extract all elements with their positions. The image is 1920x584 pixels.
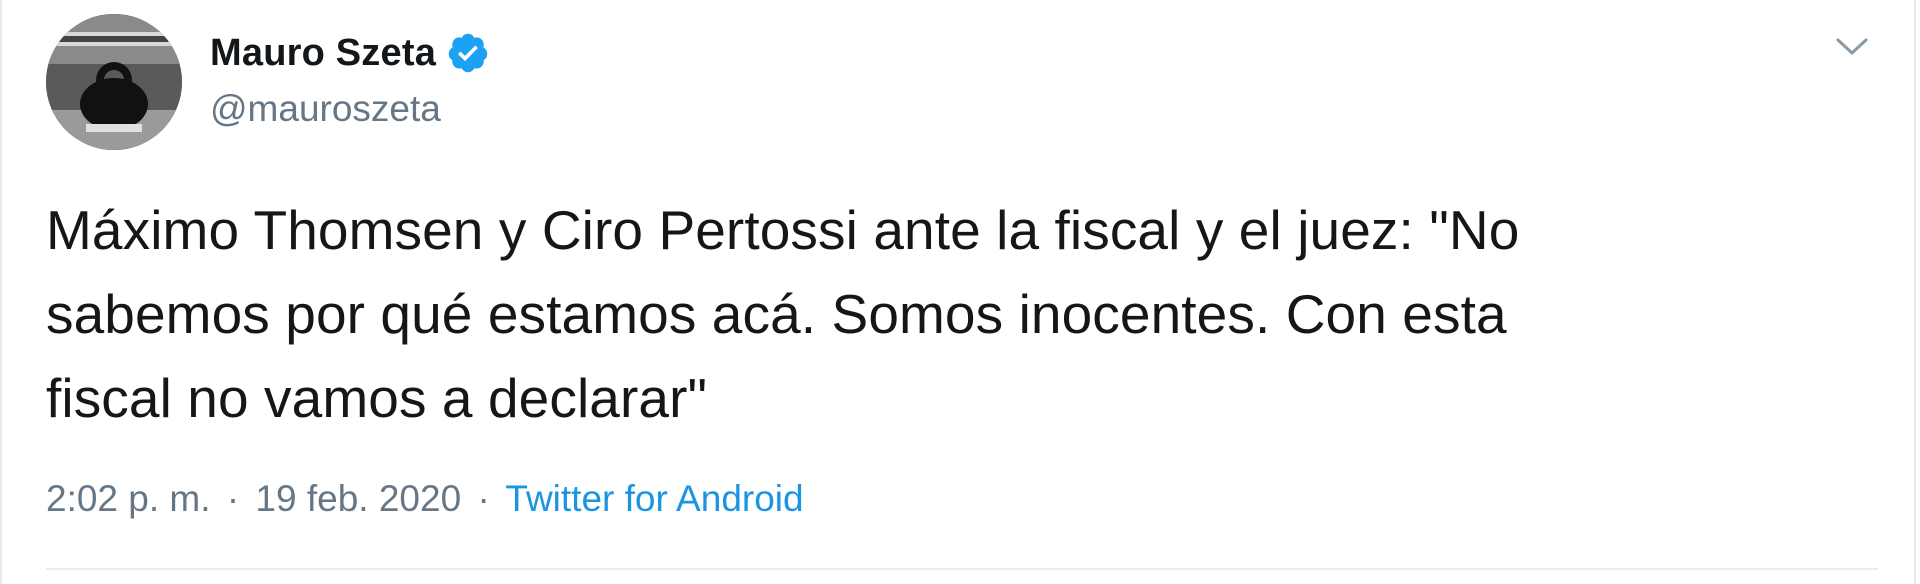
tweet-meta: 2:02 p. m. · 19 feb. 2020 · Twitter for … — [46, 474, 804, 524]
avatar[interactable] — [46, 14, 182, 150]
tweet-card: Mauro Szeta @mauroszeta Máximo Thomsen y… — [0, 0, 1916, 584]
chevron-down-icon — [1836, 38, 1868, 55]
source-link[interactable]: Twitter for Android — [505, 478, 803, 519]
display-name[interactable]: Mauro Szeta — [210, 28, 436, 78]
avatar-image — [46, 14, 182, 150]
tweet-time[interactable]: 2:02 p. m. — [46, 478, 211, 519]
divider — [46, 568, 1878, 570]
author-handle[interactable]: @mauroszeta — [210, 84, 441, 134]
tweet-menu-button[interactable] — [1822, 22, 1882, 72]
meta-separator: · — [226, 478, 240, 519]
tweet-text: Máximo Thomsen y Ciro Pertossi ante la f… — [46, 199, 1520, 429]
author-row: Mauro Szeta — [210, 28, 490, 78]
verified-badge-icon — [446, 31, 490, 75]
meta-separator: · — [477, 478, 490, 519]
tweet-date[interactable]: 19 feb. 2020 — [255, 478, 461, 519]
